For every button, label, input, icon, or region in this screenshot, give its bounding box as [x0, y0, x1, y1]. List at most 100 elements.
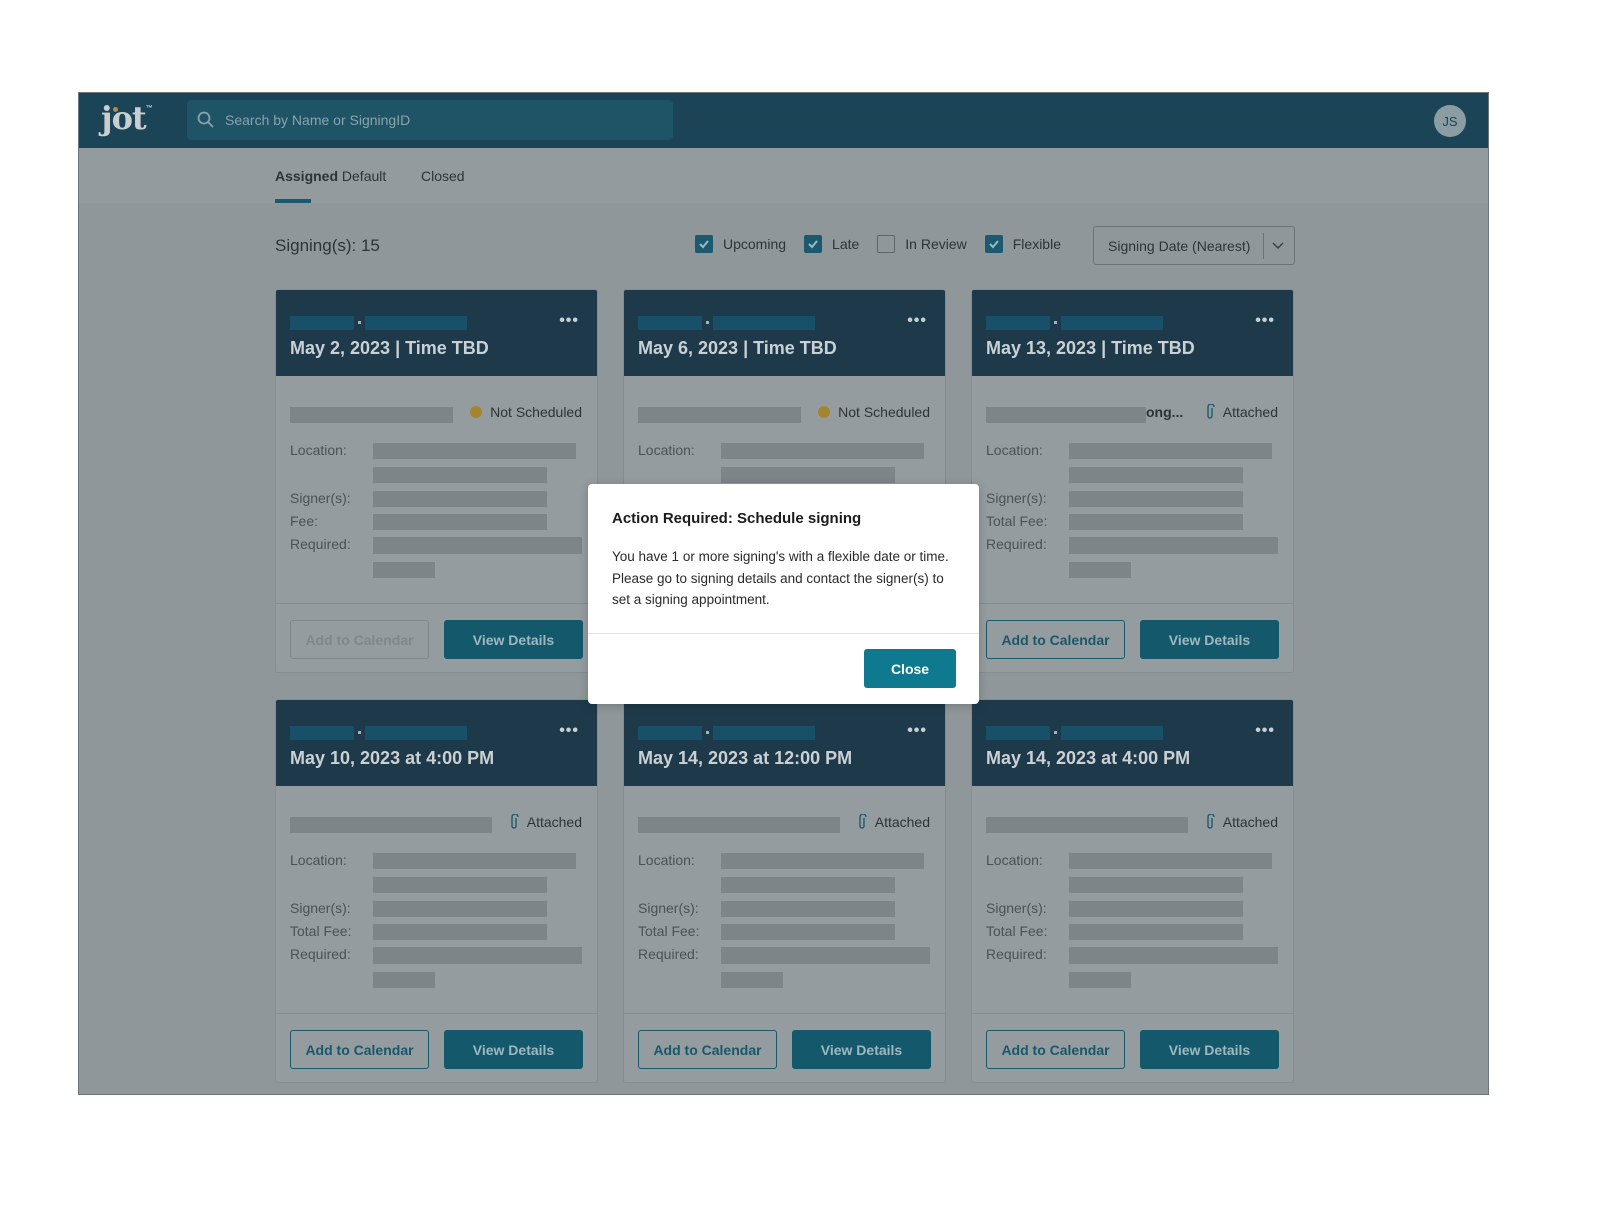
status-badge: Not Scheduled: [470, 404, 582, 420]
paperclip-icon: [511, 814, 519, 829]
location-label: Location:: [290, 442, 347, 458]
redacted-location: [373, 467, 547, 483]
status-badge: Attached: [509, 814, 582, 830]
card-date: May 14, 2023 at 12:00 PM: [638, 748, 853, 768]
redacted-text: [290, 316, 354, 330]
more-options-icon[interactable]: •••: [907, 312, 927, 330]
card-date: May 10, 2023 at 4:00 PM: [290, 748, 495, 768]
redacted-text: [1061, 316, 1163, 330]
card-divider: [972, 1013, 1293, 1014]
chevron-down-icon: [1272, 242, 1284, 250]
add-to-calendar-button[interactable]: Add to Calendar: [986, 620, 1125, 659]
tab-closed[interactable]: Closed: [421, 168, 465, 184]
redacted-required: [1069, 537, 1278, 554]
redacted-location: [721, 853, 924, 869]
signing-card: ••• May 10, 2023 at 4:00 PM Attached Loc…: [275, 699, 598, 1083]
card-divider: [624, 1013, 945, 1014]
redacted-location: [1069, 443, 1272, 459]
filter-label: In Review: [905, 236, 967, 252]
redacted-fee: [1069, 924, 1243, 940]
redacted-signers: [1069, 491, 1243, 507]
signing-card: ••• May 14, 2023 at 4:00 PM Attached Loc…: [971, 699, 1294, 1083]
checkbox[interactable]: [804, 235, 823, 253]
redacted-title: [638, 407, 801, 423]
redacted-signers: [721, 901, 895, 917]
view-details-button[interactable]: View Details: [792, 1030, 931, 1069]
close-button[interactable]: Close: [864, 649, 956, 688]
checkbox[interactable]: [984, 235, 1003, 253]
required-label: Required:: [986, 946, 1047, 962]
filter-upcoming[interactable]: Upcoming: [695, 235, 786, 253]
signings-count: Signing(s): 15: [275, 236, 380, 255]
redacted-location: [1069, 853, 1272, 869]
card-header: ••• May 13, 2023 | Time TBD: [972, 290, 1293, 376]
required-label: Required:: [290, 536, 351, 552]
redacted-title: [290, 407, 453, 423]
location-label: Location:: [638, 852, 695, 868]
fee-label: Fee:: [290, 513, 319, 529]
tab-assigned[interactable]: Assigned Default: [275, 168, 386, 184]
top-navbar: jot™ Search by Name or SigningID JS: [79, 93, 1488, 148]
fee-label: Total Fee:: [638, 923, 700, 939]
view-details-button[interactable]: View Details: [444, 620, 583, 659]
redacted-required: [1069, 947, 1278, 964]
add-to-calendar-button[interactable]: Add to Calendar: [986, 1030, 1125, 1069]
add-to-calendar-button[interactable]: Add to Calendar: [638, 1030, 777, 1069]
more-options-icon[interactable]: •••: [1255, 722, 1275, 740]
redacted-signers: [1069, 901, 1243, 917]
add-to-calendar-button[interactable]: Add to Calendar: [290, 620, 429, 659]
check-icon: [808, 240, 818, 249]
card-header: ••• May 2, 2023 | Time TBD: [276, 290, 597, 376]
more-options-icon[interactable]: •••: [907, 722, 927, 740]
more-options-icon[interactable]: •••: [559, 312, 579, 330]
redacted-fee: [721, 924, 895, 940]
card-divider: [972, 603, 1293, 604]
fee-label: Total Fee:: [986, 923, 1048, 939]
redacted-required: [721, 947, 930, 964]
modal-title: Action Required: Schedule signing: [612, 510, 862, 527]
view-details-button[interactable]: View Details: [1140, 1030, 1279, 1069]
filter-flexible[interactable]: Flexible: [984, 235, 1061, 253]
status-badge: Attached: [1205, 404, 1278, 420]
jot-logo[interactable]: jot™: [101, 99, 153, 137]
more-options-icon[interactable]: •••: [1255, 312, 1275, 330]
add-to-calendar-button[interactable]: Add to Calendar: [290, 1030, 429, 1069]
filter-in-review[interactable]: In Review: [877, 235, 967, 253]
paperclip-icon: [1207, 814, 1215, 829]
filter-label: Late: [832, 236, 860, 252]
checkbox[interactable]: [877, 235, 896, 253]
action-required-modal: Action Required: Schedule signing You ha…: [588, 484, 979, 704]
search-input[interactable]: Search by Name or SigningID: [187, 100, 673, 140]
redacted-text: [986, 726, 1050, 740]
truncated-title: ong...: [1146, 404, 1184, 420]
tab-bar: Assigned Default Closed: [79, 148, 1488, 203]
more-options-icon[interactable]: •••: [559, 722, 579, 740]
sort-select[interactable]: Signing Date (Nearest): [1093, 226, 1295, 265]
card-divider: [276, 1013, 597, 1014]
tab-assigned-label: Assigned: [275, 168, 339, 184]
status-badge: Attached: [1205, 814, 1278, 830]
view-details-button[interactable]: View Details: [1140, 620, 1279, 659]
user-avatar[interactable]: JS: [1434, 105, 1466, 137]
checkbox[interactable]: [695, 235, 713, 253]
filter-late[interactable]: Late: [804, 235, 859, 253]
redacted-required: [373, 562, 435, 578]
location-label: Location:: [638, 442, 695, 458]
location-label: Location:: [986, 442, 1043, 458]
redacted-required: [373, 972, 435, 988]
redacted-location: [721, 467, 895, 483]
card-date: May 14, 2023 at 4:00 PM: [986, 748, 1191, 768]
redacted-location: [721, 443, 924, 459]
filter-label: Upcoming: [723, 236, 787, 252]
redacted-required: [1069, 562, 1131, 578]
redacted-fee: [373, 924, 547, 940]
view-details-button[interactable]: View Details: [444, 1030, 583, 1069]
card-date: May 13, 2023 | Time TBD: [986, 338, 1195, 358]
redacted-text: [1061, 726, 1163, 740]
redacted-required: [721, 972, 783, 988]
required-label: Required:: [290, 946, 351, 962]
redacted-required: [1069, 972, 1131, 988]
filter-label: Flexible: [1012, 236, 1061, 252]
signers-label: Signer(s):: [290, 490, 351, 506]
redacted-text: [986, 316, 1050, 330]
